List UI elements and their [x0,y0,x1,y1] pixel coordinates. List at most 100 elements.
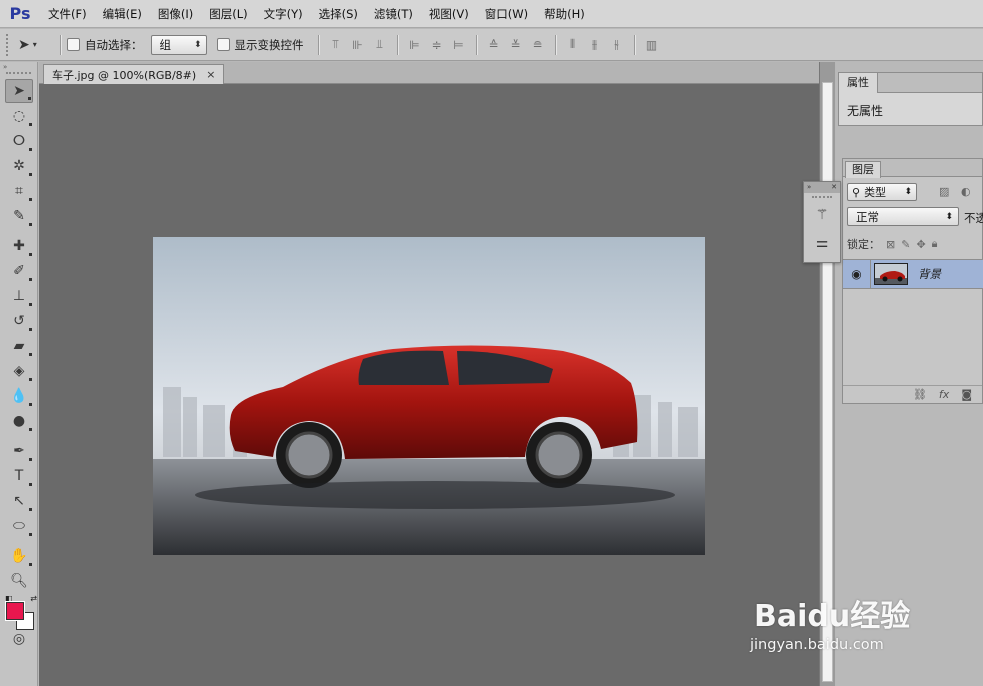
lock-all-icon[interactable]: 🔒︎ [932,237,938,251]
distribute-right-icon[interactable]: ⫳ [606,34,628,56]
auto-select-dropdown[interactable]: 组 ⬍ [150,34,207,55]
expand-icon[interactable]: » [807,182,811,193]
auto-select-value: 组 [159,37,172,52]
eyedropper-tool-button[interactable]: ✎ [5,204,33,228]
menu-filter[interactable]: 滤镜(T) [366,0,421,28]
document-tab-title: 车子.jpg @ 100%(RGB/8#) [52,68,197,82]
divider [317,34,319,55]
scrollbar-thumb[interactable] [822,82,833,682]
auto-align-icon[interactable]: ▥ [641,34,663,56]
vertical-scrollbar[interactable] [819,62,835,686]
history-brush-tool-button[interactable]: ↺ [5,309,33,333]
blend-mode-dropdown[interactable]: 正常 ⬍ [847,207,959,226]
align-top-icon[interactable]: ⫪ [325,34,347,56]
crop-tool-button[interactable]: ⌗ [5,179,33,203]
move-tool-button[interactable]: ➤ [5,79,33,103]
search-icon: ⚲ [852,185,861,199]
menu-type[interactable]: 文字(Y) [256,0,311,28]
distribute-top-icon[interactable]: ≙ [483,34,505,56]
tab-properties[interactable]: 属性 [839,73,878,93]
options-grip[interactable] [6,33,12,56]
tab-layers[interactable]: 图层 [845,161,881,178]
layer-filter-dropdown[interactable]: ⚲ 类型 ⬍ [847,183,917,201]
properties-panel: 属性 无属性 [838,72,983,126]
layer-row[interactable]: ◉ 背景 [843,259,983,289]
hand-tool-button[interactable]: ✋ [5,544,33,568]
layer-filter-value: 类型 [864,186,887,199]
menu-edit[interactable]: 编辑(E) [95,0,150,28]
brush-tool-button[interactable]: ✐ [5,259,33,283]
menu-layer[interactable]: 图层(L) [201,0,255,28]
lock-pixels-icon[interactable]: ✎ [901,238,910,251]
lock-label: 锁定： [847,238,880,251]
quick-mask-button[interactable]: ◎ [5,631,33,647]
close-icon[interactable]: ✕ [831,182,837,193]
distribute-left-icon[interactable]: ⫴ [562,34,584,56]
floating-tool-panel: » ✕ ⚚ ⚌ [803,181,841,263]
properties-empty-text: 无属性 [847,104,884,118]
menu-select[interactable]: 选择(S) [311,0,366,28]
lasso-tool-button[interactable]: ⵔ [5,129,33,153]
eye-icon[interactable]: ◉ [843,260,871,288]
foreground-color-swatch[interactable] [5,601,25,621]
show-transform-checkbox[interactable] [216,38,230,51]
add-mask-icon[interactable]: ◙ [961,388,972,401]
document-tab[interactable]: 车子.jpg @ 100%(RGB/8#) × [43,64,225,84]
filter-image-icon[interactable]: ▨ [939,185,949,198]
menu-file[interactable]: 文件(F) [40,0,95,28]
align-vcenter-icon[interactable]: ⊪ [347,34,369,56]
eraser-tool-button[interactable]: ▰ [5,334,33,358]
type-tool-button[interactable]: T [5,464,33,488]
healing-brush-tool-button[interactable]: ✚ [5,234,33,258]
adjustments-icon[interactable]: ⚌ [804,229,840,257]
divider [475,34,477,55]
paint-bucket-tool-button[interactable]: ◈ [5,359,33,383]
auto-select-checkbox[interactable] [67,38,80,51]
align-hcenter-icon[interactable]: ≑ [426,34,448,56]
distribute-hcenter-icon[interactable]: ⫵ [584,34,606,56]
auto-select-label: 自动选择： [85,37,143,52]
tool-preset-picker[interactable]: ➤ ▾ [18,34,54,56]
dodge-tool-button[interactable]: ● [5,409,33,433]
canvas-image[interactable] [153,237,705,555]
layers-panel: 图层 ⚲ 类型 ⬍ ▨ ◐ 正常 ⬍ 不透 锁定： ⊠ ✎ ✥ 🔒︎ ◉ 背景 … [842,158,983,404]
brush-presets-icon[interactable]: ⚚ [804,201,840,229]
lock-row: 锁定： ⊠ ✎ ✥ 🔒︎ [847,235,983,253]
fx-icon[interactable]: fx [939,388,949,401]
chevron-down-icon: ▾ [32,40,37,49]
swap-colors-icon[interactable]: ⇄ [30,594,37,603]
menu-bar: Ps 文件(F) 编辑(E) 图像(I) 图层(L) 文字(Y) 选择(S) 滤… [0,0,983,28]
layers-footer: ⛓ fx ◙ [843,385,982,403]
lock-transparent-icon[interactable]: ⊠ [886,238,895,251]
menu-help[interactable]: 帮助(H) [536,0,593,28]
opacity-label: 不透 [964,211,983,225]
align-bottom-icon[interactable]: ⫫ [369,34,391,56]
options-bar: ➤ ▾ 自动选择： 组 ⬍ 显示变换控件 ⫪ ⊪ ⫫ ⊫ ≑ ⊨ ≙ ≚ ≘ ⫴ … [0,29,983,61]
filter-adjustment-icon[interactable]: ◐ [961,185,971,198]
blur-tool-button[interactable]: 💧 [5,384,33,408]
car-photo [153,237,705,555]
align-left-icon[interactable]: ⊫ [404,34,426,56]
menu-view[interactable]: 视图(V) [421,0,477,28]
lock-position-icon[interactable]: ✥ [916,238,925,251]
divider [396,34,398,55]
pen-tool-button[interactable]: ✒ [5,439,33,463]
divider [633,34,635,55]
magic-wand-tool-button[interactable]: ✲ [5,154,33,178]
layer-thumbnail [874,263,908,285]
toolbar-grip[interactable] [6,72,31,78]
divider [554,34,556,55]
menu-window[interactable]: 窗口(W) [477,0,536,28]
link-layers-icon[interactable]: ⛓ [913,388,927,401]
close-icon[interactable]: × [206,68,215,81]
path-selection-tool-button[interactable]: ↖ [5,489,33,513]
distribute-vcenter-icon[interactable]: ≚ [505,34,527,56]
zoom-tool-button[interactable]: 🔍︎ [5,569,33,593]
marquee-tool-button[interactable]: ◌ [5,104,33,128]
clone-stamp-tool-button[interactable]: ⊥ [5,284,33,308]
align-right-icon[interactable]: ⊨ [448,34,470,56]
distribute-bottom-icon[interactable]: ≘ [527,34,549,56]
menu-image[interactable]: 图像(I) [150,0,201,28]
collapse-toolbar-icon[interactable]: » [0,62,37,72]
shape-tool-button[interactable]: ⬭ [5,514,33,538]
